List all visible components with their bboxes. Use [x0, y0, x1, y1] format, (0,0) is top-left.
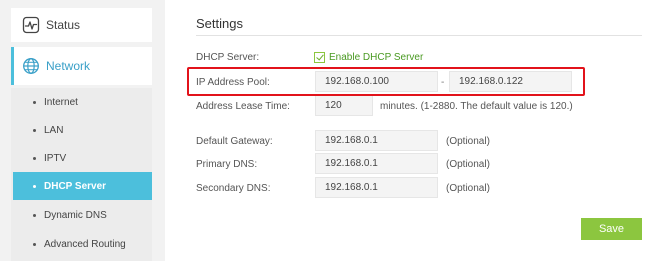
primary-dns-label: Primary DNS: [196, 159, 258, 170]
dhcp-server-label: DHCP Server: [196, 52, 260, 63]
submenu-label: DHCP Server [44, 180, 107, 192]
divider [196, 35, 642, 36]
default-gateway-optional: (Optional) [446, 136, 490, 147]
lease-time-label: Address Lease Time: [196, 101, 290, 112]
secondary-dns-optional: (Optional) [446, 183, 490, 194]
nav-network[interactable]: Network [11, 47, 152, 85]
primary-dns-optional: (Optional) [446, 159, 490, 170]
nav-status-label: Status [46, 18, 81, 32]
enable-dhcp-checkbox-label[interactable]: Enable DHCP Server [329, 52, 423, 63]
primary-dns-input[interactable]: 192.168.0.1 [315, 153, 438, 174]
bullet [33, 242, 36, 246]
submenu-label: Advanced Routing [44, 238, 126, 250]
submenu-item-dynamic-dns[interactable]: Dynamic DNS [11, 201, 152, 229]
globe-icon [23, 58, 39, 74]
bullet [33, 213, 36, 217]
network-submenu: Internet LAN IPTV DHCP Server Dynamic DN… [11, 88, 152, 261]
submenu-label: Dynamic DNS [44, 209, 107, 221]
submenu-item-lan[interactable]: LAN [11, 116, 152, 144]
submenu-item-iptv[interactable]: IPTV [11, 144, 152, 172]
sidebar: Status Network Internet LAN IPTV DHCP Se… [0, 0, 165, 261]
bullet [33, 184, 36, 188]
page-title: Settings [196, 16, 243, 31]
nav-status[interactable]: Status [11, 8, 152, 42]
submenu-label: Internet [44, 96, 78, 108]
nav-network-accent [11, 47, 14, 85]
secondary-dns-label: Secondary DNS: [196, 183, 271, 194]
submenu-item-dhcp-server[interactable]: DHCP Server [13, 172, 152, 200]
bullet [33, 128, 36, 132]
submenu-label: IPTV [44, 152, 67, 164]
status-pulse-icon [22, 16, 40, 34]
settings-panel: Settings DHCP Server: Enable DHCP Server… [165, 0, 650, 261]
highlight-box [187, 67, 585, 96]
lease-time-input[interactable]: 120 [315, 95, 373, 116]
submenu-label: LAN [44, 124, 64, 136]
nav-network-label: Network [46, 59, 91, 73]
secondary-dns-input[interactable]: 192.168.0.1 [315, 177, 438, 198]
lease-time-hint: minutes. (1-2880. The default value is 1… [380, 101, 573, 112]
submenu-item-internet[interactable]: Internet [11, 88, 152, 116]
submenu-item-advanced-routing[interactable]: Advanced Routing [11, 230, 152, 258]
save-button[interactable]: Save [581, 218, 642, 240]
bullet [33, 100, 36, 104]
bullet [33, 156, 36, 160]
enable-dhcp-checkbox[interactable] [314, 52, 325, 63]
default-gateway-input[interactable]: 192.168.0.1 [315, 130, 438, 151]
default-gateway-label: Default Gateway: [196, 136, 273, 147]
